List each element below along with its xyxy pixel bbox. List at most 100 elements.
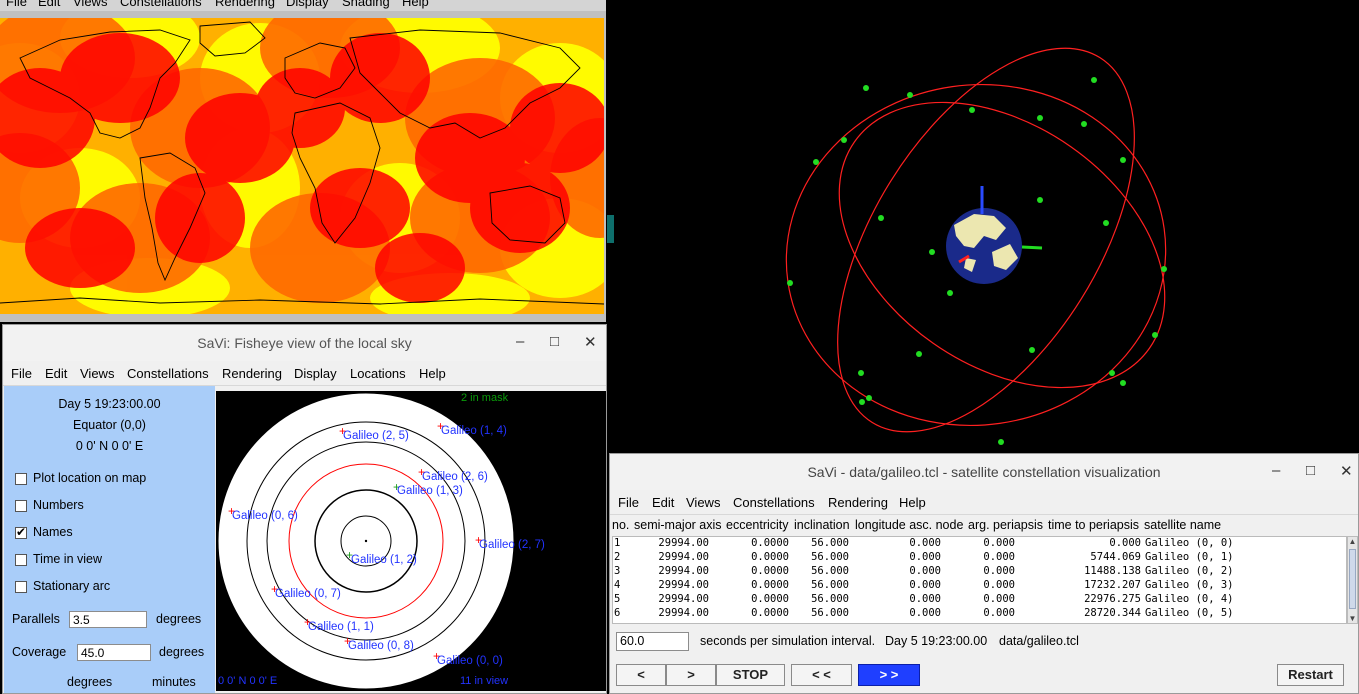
fisheye-menu-file[interactable]: File [11, 366, 32, 381]
map-menu-file[interactable]: File [6, 0, 27, 9]
satellite-dot[interactable] [1120, 157, 1126, 163]
close-icon[interactable]: ✕ [584, 333, 597, 351]
satellite-label: Galileo (0, 0) [437, 655, 503, 667]
satellite-dot[interactable] [1037, 197, 1043, 203]
fisheye-menu-help[interactable]: Help [419, 366, 446, 381]
map-menu-help[interactable]: Help [402, 0, 429, 9]
col-satellite-name[interactable]: satellite name [1144, 518, 1221, 532]
coverage-world-map[interactable] [0, 18, 604, 314]
checkbox-box[interactable] [15, 473, 27, 485]
col-no[interactable]: no. [612, 518, 629, 532]
restart-button[interactable]: Restart [1277, 664, 1344, 686]
interval-input[interactable]: 60.0 [616, 632, 689, 651]
fisheye-menu-edit[interactable]: Edit [45, 366, 67, 381]
satellite-dot[interactable] [863, 85, 869, 91]
orbit-3d-view[interactable] [614, 0, 1359, 453]
col-eccentricity[interactable]: eccentricity [726, 518, 789, 532]
checkbox-box[interactable] [15, 581, 27, 593]
satellite-dot[interactable] [813, 159, 819, 165]
fisheye-menu-constellations[interactable]: Constellations [127, 366, 209, 381]
table-scrollbar[interactable]: ▲ ▼ [1347, 536, 1358, 624]
satellite-dot[interactable] [1109, 370, 1115, 376]
const-menu-views[interactable]: Views [686, 495, 720, 510]
checkbox-box[interactable] [15, 500, 27, 512]
satellite-dot[interactable] [907, 92, 913, 98]
map-menu-rendering[interactable]: Rendering [215, 0, 275, 9]
checkbox-box[interactable] [15, 554, 27, 566]
degrees-label: degrees [67, 675, 113, 689]
scroll-thumb[interactable] [1349, 549, 1356, 609]
constellation-titlebar[interactable]: SaVi - data/galileo.tcl - satellite cons… [610, 454, 1358, 490]
table-row[interactable]: 5 29994.00 0.0000 56.000 0.000 0.000 229… [613, 593, 1346, 607]
satellite-dot[interactable] [916, 351, 922, 357]
fisheye-sky-view[interactable]: 2 in mask 0 0' N 0 0' E 11 in view +Gali… [216, 391, 606, 691]
cell-inclination: 56.000 [811, 593, 849, 605]
stop-button[interactable]: STOP [716, 664, 785, 686]
checkbox-box[interactable]: ✔ [15, 525, 27, 539]
satellite-dot[interactable] [947, 290, 953, 296]
satellite-dot[interactable] [859, 399, 865, 405]
coverage-input[interactable]: 45.0 [77, 644, 151, 661]
cell-satellite-name: Galileo (0, 4) [1145, 593, 1234, 605]
minimize-icon[interactable]: – [516, 333, 524, 350]
coverage-footprint [375, 233, 465, 303]
satellite-dot[interactable] [878, 215, 884, 221]
satellite-dot[interactable] [1037, 115, 1043, 121]
table-row[interactable]: 1 29994.00 0.0000 56.000 0.000 0.000 0.0… [613, 537, 1346, 551]
close-icon[interactable]: ✕ [1340, 462, 1353, 480]
const-menu-help[interactable]: Help [899, 495, 926, 510]
satellite-dot[interactable] [858, 370, 864, 376]
col-arg-periapsis[interactable]: arg. periapsis [968, 518, 1043, 532]
fisheye-menu-views[interactable]: Views [80, 366, 114, 381]
table-row[interactable]: 3 29994.00 0.0000 56.000 0.000 0.000 114… [613, 565, 1346, 579]
fisheye-titlebar[interactable]: SaVi: Fisheye view of the local sky – □ … [3, 325, 606, 361]
col-semi-major-axis[interactable]: semi-major axis [634, 518, 722, 532]
fisheye-menu-display[interactable]: Display [294, 366, 337, 381]
satellite-dot[interactable] [1161, 266, 1167, 272]
map-menu-views[interactable]: Views [73, 0, 107, 9]
fisheye-menu-rendering[interactable]: Rendering [222, 366, 282, 381]
satellite-dot[interactable] [1152, 332, 1158, 338]
cell-inclination: 56.000 [811, 537, 849, 549]
satellite-dot[interactable] [841, 137, 847, 143]
map-menu-edit[interactable]: Edit [38, 0, 60, 9]
table-row[interactable]: 2 29994.00 0.0000 56.000 0.000 0.000 574… [613, 551, 1346, 565]
maximize-icon[interactable]: □ [550, 333, 559, 350]
table-row[interactable]: 6 29994.00 0.0000 56.000 0.000 0.000 287… [613, 607, 1346, 621]
cell-no: 3 [614, 565, 621, 577]
col-time-to-periapsis[interactable]: time to periapsis [1048, 518, 1139, 532]
satellite-dot[interactable] [929, 249, 935, 255]
satellite-dot[interactable] [1120, 380, 1126, 386]
satellite-table[interactable]: 1 29994.00 0.0000 56.000 0.000 0.000 0.0… [612, 536, 1347, 624]
step-back-button[interactable]: < [616, 664, 666, 686]
parallels-input[interactable]: 3.5 [69, 611, 147, 628]
cell-no: 2 [614, 551, 621, 563]
map-menu-shading[interactable]: Shading [342, 0, 390, 9]
table-row[interactable]: 4 29994.00 0.0000 56.000 0.000 0.000 172… [613, 579, 1346, 593]
map-menu-display[interactable]: Display [286, 0, 329, 9]
fast-forward-button[interactable]: > > [858, 664, 920, 686]
col-inclination[interactable]: inclination [794, 518, 850, 532]
fisheye-menu-locations[interactable]: Locations [350, 366, 406, 381]
step-forward-button[interactable]: > [666, 664, 716, 686]
satellite-dot[interactable] [969, 107, 975, 113]
minimize-icon[interactable]: – [1272, 462, 1280, 479]
satellite-dot[interactable] [998, 439, 1004, 445]
satellite-dot[interactable] [1029, 347, 1035, 353]
scroll-up-icon[interactable]: ▲ [1348, 537, 1357, 546]
scroll-down-icon[interactable]: ▼ [1348, 614, 1357, 623]
col-longitude-asc-node[interactable]: longitude asc. node [855, 518, 963, 532]
const-menu-file[interactable]: File [618, 495, 639, 510]
satellite-dot[interactable] [787, 280, 793, 286]
satellite-dot[interactable] [1091, 77, 1097, 83]
map-menu-constellations[interactable]: Constellations [120, 0, 202, 9]
rewind-button[interactable]: < < [791, 664, 852, 686]
const-menu-constellations[interactable]: Constellations [733, 495, 815, 510]
const-menu-edit[interactable]: Edit [652, 495, 674, 510]
satellite-dot[interactable] [866, 395, 872, 401]
const-menu-rendering[interactable]: Rendering [828, 495, 888, 510]
cell-eccentricity: 0.0000 [751, 565, 789, 577]
maximize-icon[interactable]: □ [1306, 462, 1315, 479]
satellite-dot[interactable] [1103, 220, 1109, 226]
satellite-dot[interactable] [1081, 121, 1087, 127]
